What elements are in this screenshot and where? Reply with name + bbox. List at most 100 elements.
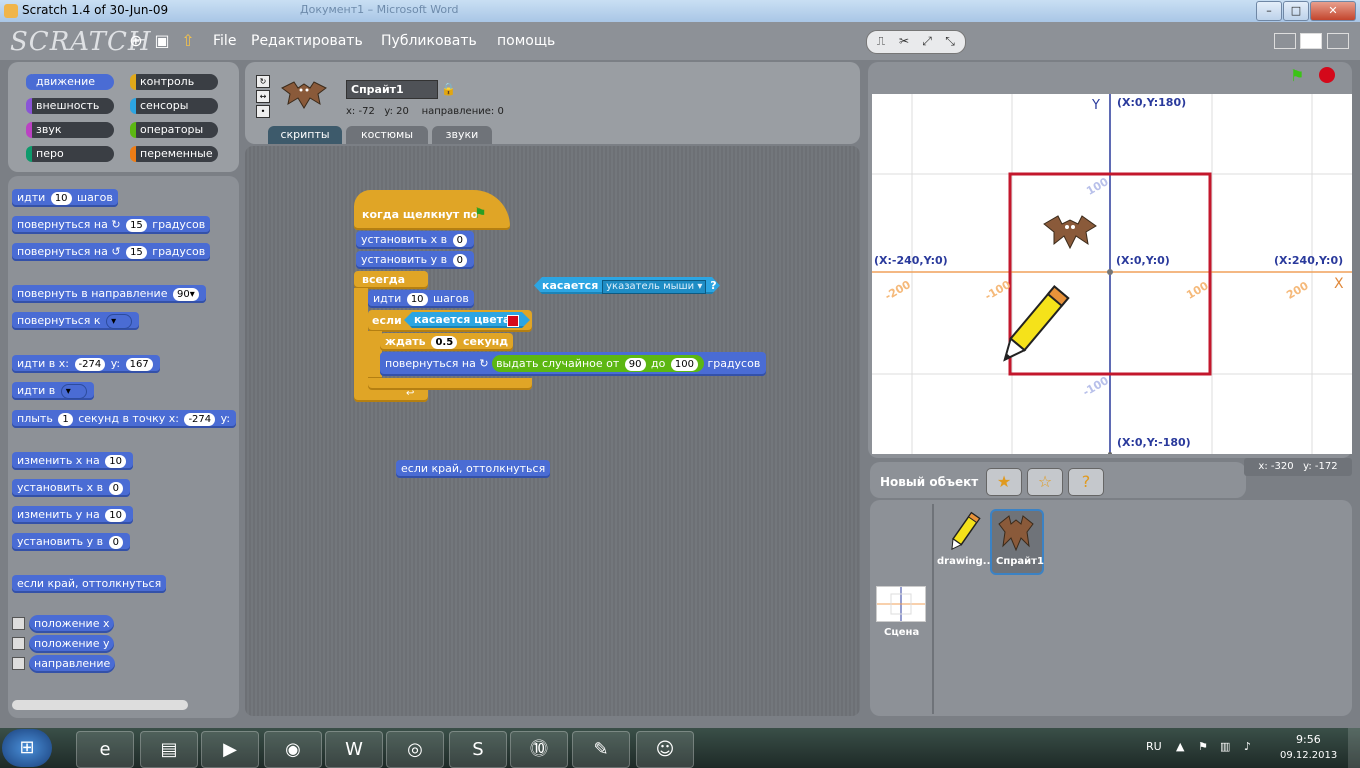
volume-icon[interactable]: ♪ (1244, 740, 1251, 753)
maximize-button[interactable]: □ (1283, 1, 1309, 21)
loose-touching-block[interactable]: касается указатель мыши ▾ ? (534, 277, 720, 294)
category-7[interactable]: переменные (130, 146, 218, 162)
stage[interactable]: Y (X:0,Y:180) (X:0,Y:-180) (X:-240,Y:0) … (872, 94, 1352, 454)
block-goto-xy[interactable]: идти в x: -274 y: 167 (12, 355, 160, 373)
script-set-y[interactable]: установить y в 0 (356, 251, 475, 269)
pencil-sprite-thumbnail[interactable] (942, 510, 986, 554)
block-change-x[interactable]: изменить x на 10 (12, 452, 133, 470)
normal-stage-icon[interactable] (1300, 33, 1322, 49)
word-icon[interactable]: W (325, 731, 383, 768)
tab-sounds[interactable]: звуки (432, 126, 492, 144)
block-glide[interactable]: плыть 1 секунд в точку x: -274 y: (12, 410, 236, 428)
script-turn[interactable]: повернуться на ↻ выдать случайное от 90 … (380, 352, 766, 376)
explorer-icon[interactable]: ▤ (140, 731, 198, 768)
rotate-style-none-icon[interactable]: • (256, 105, 270, 118)
language-indicator[interactable]: RU (1146, 740, 1162, 753)
touching-dropdown[interactable]: указатель мыши ▾ (602, 280, 706, 294)
scratch-cat-icon[interactable]: ☺ (636, 731, 694, 768)
if-foot (368, 378, 532, 390)
loose-bounce-block[interactable]: если край, оттолкнуться (396, 460, 551, 478)
tab-costumes[interactable]: костюмы (346, 126, 428, 144)
stage-thumbnail[interactable] (876, 586, 926, 622)
globe-icon[interactable]: ⊕ (127, 32, 145, 50)
tv-icon[interactable]: ⓾ (510, 731, 568, 768)
menu-edit[interactable]: Редактировать (251, 33, 363, 49)
shrink-tool-icon[interactable]: ⤡ (939, 31, 961, 51)
network-icon[interactable]: ▥ (1220, 740, 1230, 753)
block-change-y[interactable]: изменить y на 10 (12, 506, 133, 524)
script-move[interactable]: идти 10 шагов (368, 290, 474, 308)
menu-file[interactable]: File (213, 33, 236, 49)
save-icon[interactable]: ▣ (153, 32, 171, 50)
checkbox-x-position[interactable] (12, 617, 25, 630)
paint-new-sprite-icon[interactable]: ★ (986, 468, 1022, 496)
reporter-direction[interactable]: направление (29, 655, 116, 673)
block-set-x[interactable]: установить x в 0 (12, 479, 131, 497)
small-stage-icon[interactable] (1274, 33, 1296, 49)
start-button[interactable]: ⊞ (2, 729, 52, 767)
random-sprite-icon[interactable]: ? (1068, 468, 1104, 496)
category-label: звук (36, 123, 62, 136)
presentation-mode-icon[interactable] (1327, 33, 1349, 49)
category-4[interactable]: звук (26, 122, 114, 138)
lock-icon[interactable]: 🔒 (441, 82, 456, 96)
checkbox-y-position[interactable] (12, 637, 25, 650)
clock-time[interactable]: 9:56 (1296, 733, 1321, 746)
menu-share[interactable]: Публиковать (381, 33, 477, 49)
script-wait[interactable]: ждать 0.5 секунд (380, 333, 514, 351)
minimize-button[interactable]: – (1256, 1, 1282, 21)
block-set-y[interactable]: установить y в 0 (12, 533, 131, 551)
stop-button[interactable] (1319, 67, 1335, 83)
right-coord-label: (X:240,Y:0) (1274, 254, 1344, 267)
scripts-area[interactable] (245, 146, 860, 716)
sprite-name-field[interactable]: Спрайт1 (346, 80, 438, 99)
tab-scripts[interactable]: скрипты (268, 126, 342, 144)
menu-help[interactable]: помощь (497, 33, 555, 49)
rotate-right-icon: ↻ (111, 218, 121, 231)
rotate-style-flip-icon[interactable]: ↔ (256, 90, 270, 103)
color-swatch[interactable] (507, 315, 519, 327)
choose-sprite-file-icon[interactable]: ☆ (1027, 468, 1063, 496)
palette-scrollbar[interactable] (12, 700, 188, 710)
rotate-style-full-icon[interactable]: ↻ (256, 75, 270, 88)
skype-icon[interactable]: S (449, 731, 507, 768)
pencil-sprite[interactable] (990, 278, 1076, 374)
block-point-towards[interactable]: повернуться к ▾ (12, 312, 140, 330)
scanner-icon[interactable]: ✎ (572, 731, 630, 768)
cut-tool-icon[interactable]: ✂ (893, 31, 915, 51)
center-coord-label: (X:0,Y:0) (1116, 254, 1170, 267)
tray-arrow-icon[interactable]: ▲ (1176, 740, 1184, 753)
flag-icon[interactable]: ⚑ (1198, 740, 1208, 753)
firefox-icon[interactable]: ◉ (264, 731, 322, 768)
category-5[interactable]: операторы (130, 122, 218, 138)
show-desktop-button[interactable] (1348, 728, 1360, 768)
clock-date[interactable]: 09.12.2013 (1280, 750, 1337, 761)
green-flag-button[interactable]: ⚑ (1290, 66, 1304, 85)
category-2[interactable]: внешность (26, 98, 114, 114)
block-goto[interactable]: идти в ▾ (12, 382, 94, 400)
category-0[interactable]: движение (26, 74, 114, 90)
block-turn-right[interactable]: повернуться на ↻ 15 градусов (12, 216, 211, 234)
stamp-tool-icon[interactable]: ⎍ (870, 31, 892, 51)
category-6[interactable]: перо (26, 146, 114, 162)
script-set-x[interactable]: установить x в 0 (356, 231, 475, 249)
media-player-icon[interactable]: ▶ (201, 731, 259, 768)
close-button[interactable]: ✕ (1310, 1, 1356, 21)
grow-tool-icon[interactable]: ⤢ (916, 31, 938, 51)
ie-icon[interactable]: e (76, 731, 134, 768)
share-icon[interactable]: ⇧ (179, 32, 197, 50)
block-turn-left[interactable]: повернуться на ↺ 15 градусов (12, 243, 211, 261)
category-3[interactable]: сенсоры (130, 98, 218, 114)
chrome-icon[interactable]: ◎ (386, 731, 444, 768)
block-bounce[interactable]: если край, оттолкнуться (12, 575, 167, 593)
bat-sprite[interactable] (1042, 210, 1098, 254)
block-point-direction[interactable]: повернуть в направление 90▾ (12, 285, 206, 303)
reporter-y-position[interactable]: положение y (29, 635, 115, 653)
reporter-x-position[interactable]: положение x (29, 615, 115, 633)
checkbox-direction[interactable] (12, 657, 25, 670)
block-move[interactable]: идти 10 шагов (12, 189, 118, 207)
dropdown[interactable]: ▾ (60, 384, 87, 399)
category-label: движение (36, 75, 96, 88)
dropdown[interactable]: ▾ (106, 314, 133, 329)
category-1[interactable]: контроль (130, 74, 218, 90)
